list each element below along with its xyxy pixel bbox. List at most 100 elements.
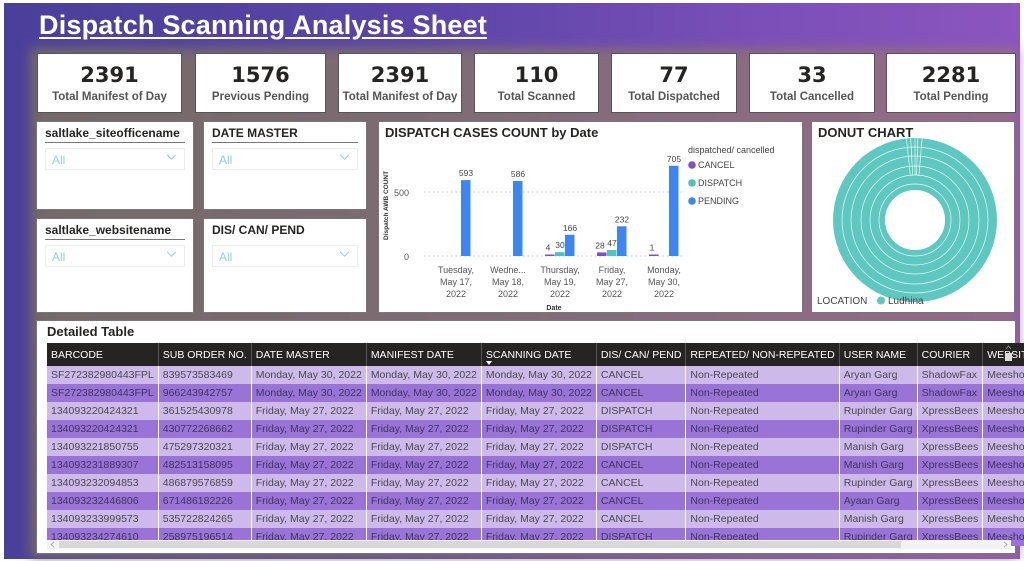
- x-tick-label: 2022: [602, 289, 622, 299]
- table-row[interactable]: 134093232446806 671486182226 Friday, May 2…: [47, 492, 1024, 510]
- table-row[interactable]: SF272382980443FPL 839573583469 Monday, May…: [47, 366, 1024, 384]
- kpi-card-total-cancelled[interactable]: 33 Total Cancelled: [749, 53, 875, 113]
- data-label: 47: [607, 238, 617, 248]
- scroll-thumb[interactable]: [59, 541, 901, 548]
- date-master-dropdown[interactable]: All: [212, 148, 358, 170]
- table-cell: DISPATCH: [596, 420, 687, 438]
- kpi-value: 1576: [231, 63, 290, 87]
- table-row[interactable]: 134093232094853 486879576859 Friday, May 2…: [47, 474, 1024, 492]
- table-cell: Ayaan Garg: [839, 492, 918, 510]
- table-cell: 966243942757: [158, 384, 252, 402]
- legend-marker[interactable]: [877, 296, 885, 305]
- bar-pending[interactable]: [617, 226, 627, 256]
- table-row[interactable]: 134093233999573 535722824265 Friday, May 2…: [47, 510, 1024, 528]
- column-header[interactable]: USER NAME: [839, 343, 918, 366]
- site-office-dropdown[interactable]: All: [45, 148, 185, 170]
- table-cell: Friday, May 27, 2022: [251, 474, 367, 492]
- column-header[interactable]: DATE MASTER: [251, 343, 367, 366]
- legend-item-pending[interactable]: PENDING: [698, 196, 739, 206]
- legend-item-cancel[interactable]: CANCEL: [698, 160, 735, 170]
- kpi-card-total-manifest-2[interactable]: 2391 Total Manifest of Day: [338, 53, 462, 113]
- table-cell: Friday, May 27, 2022: [251, 456, 367, 474]
- detailed-table-visual: Detailed Table BARCODE SUB ORDER NO. DATE …: [36, 320, 1024, 554]
- table-row[interactable]: 134093231889307 482513158095 Friday, May 2…: [47, 456, 1024, 474]
- x-tick-label: Thursday,: [540, 265, 579, 275]
- column-header[interactable]: BARCODE: [47, 343, 159, 366]
- website-name-dropdown[interactable]: All: [45, 245, 185, 267]
- table-cell: 475297320321: [158, 438, 252, 456]
- scroll-thumb[interactable]: [1005, 353, 1012, 361]
- table-cell: 134093220424321: [47, 420, 159, 438]
- sort-descending-icon[interactable]: [485, 361, 492, 365]
- kpi-card-total-dispatched[interactable]: 77 Total Dispatched: [611, 53, 737, 113]
- bar-dispatch[interactable]: [555, 252, 565, 256]
- table-cell: Manish Garg: [839, 456, 918, 474]
- kpi-value: 2281: [921, 63, 981, 87]
- table-cell: ShadowFax: [917, 366, 984, 384]
- bar-pending[interactable]: [461, 180, 471, 256]
- kpi-card-total-pending[interactable]: 2281 Total Pending: [886, 53, 1016, 113]
- kpi-value: 2391: [80, 63, 139, 87]
- bar-cancel[interactable]: [649, 254, 659, 257]
- bar-pending[interactable]: [565, 234, 575, 256]
- vertical-scrollbar[interactable]: [1004, 343, 1013, 543]
- bar-cancel[interactable]: [545, 254, 555, 257]
- column-header[interactable]: COURIER: [917, 343, 984, 366]
- slicer-title: saltlake_websitename: [45, 223, 185, 240]
- table-cell: Friday, May 27, 2022: [366, 402, 482, 420]
- bar-dispatch[interactable]: [607, 249, 617, 256]
- x-tick-label: Friday,: [599, 265, 626, 275]
- kpi-card-previous-pending[interactable]: 1576 Previous Pending: [195, 53, 326, 113]
- column-header[interactable]: MANIFEST DATE: [366, 343, 482, 366]
- column-header[interactable]: REPEATED/ NON-REPEATED: [685, 343, 840, 366]
- legend-item-ludhina[interactable]: Ludhina: [888, 296, 924, 307]
- slicer-dis-can-pend: DIS/ CAN/ PEND All: [203, 218, 367, 313]
- horizontal-scrollbar[interactable]: [47, 540, 1011, 549]
- x-axis-label: Date: [546, 305, 561, 312]
- column-header[interactable]: SCANNING DATE: [481, 343, 597, 366]
- x-tick-label: Monday,: [647, 265, 681, 275]
- table-cell: CANCEL: [596, 492, 687, 510]
- y-tick-label: 0: [404, 252, 409, 262]
- table-row[interactable]: 134093220424321 430772268662 Friday, May 2…: [47, 420, 1024, 438]
- donut-chart: DONUT CHART LOCATION Ludhina: [811, 121, 1015, 313]
- bar-cancel[interactable]: [597, 252, 607, 256]
- kpi-card-total-manifest[interactable]: 2391 Total Manifest of Day: [37, 53, 182, 113]
- table-cell: 134093232446806: [47, 492, 159, 510]
- legend-marker[interactable]: [688, 161, 696, 169]
- legend-marker[interactable]: [688, 197, 696, 205]
- scroll-up-icon[interactable]: [1005, 345, 1012, 350]
- scroll-left-icon[interactable]: [49, 541, 56, 548]
- kpi-label: Total Pending: [913, 91, 989, 103]
- table-cell: 430772268662: [158, 420, 252, 438]
- column-header[interactable]: DIS/ CAN/ PEND: [596, 343, 687, 366]
- scroll-right-icon[interactable]: [1002, 541, 1009, 548]
- bar-pending[interactable]: [669, 165, 679, 256]
- bar-pending[interactable]: [513, 180, 523, 256]
- table-cell: XpressBees: [917, 402, 984, 420]
- table-row[interactable]: 134093221850755 475297320321 Friday, May 2…: [47, 438, 1024, 456]
- kpi-label: Total Manifest of Day: [52, 91, 167, 103]
- slicer-website-name: saltlake_websitename All: [36, 218, 194, 313]
- table-cell: Monday, May 30, 2022: [481, 384, 597, 402]
- legend-marker[interactable]: [688, 179, 696, 187]
- table-cell: Friday, May 27, 2022: [366, 420, 482, 438]
- table-cell: Friday, May 27, 2022: [366, 492, 482, 510]
- legend-title: LOCATION: [817, 296, 867, 307]
- table-row[interactable]: SF272382980443FPL 966243942757 Monday, May…: [47, 384, 1024, 402]
- x-tick-label: Wedne...: [490, 265, 526, 275]
- detailed-table: BARCODE SUB ORDER NO. DATE MASTER MANIFEST …: [47, 343, 1024, 546]
- legend-item-dispatch[interactable]: DISPATCH: [698, 178, 742, 188]
- dis-can-pend-dropdown[interactable]: All: [212, 245, 358, 267]
- table-cell: Monday, May 30, 2022: [366, 384, 482, 402]
- column-header[interactable]: SUB ORDER NO.: [158, 343, 252, 366]
- table-cell: 134093232094853: [47, 474, 159, 492]
- scroll-down-icon[interactable]: [1005, 532, 1012, 537]
- dropdown-value: All: [219, 250, 233, 264]
- table-cell: Friday, May 27, 2022: [366, 456, 482, 474]
- table-row[interactable]: 134093220424321 361525430978 Friday, May 2…: [47, 402, 1024, 420]
- x-tick-label: May 30,: [648, 277, 680, 287]
- data-label: 166: [563, 223, 577, 233]
- donut-slice-ludhina[interactable]: [833, 138, 997, 302]
- kpi-card-total-scanned[interactable]: 110 Total Scanned: [474, 53, 599, 113]
